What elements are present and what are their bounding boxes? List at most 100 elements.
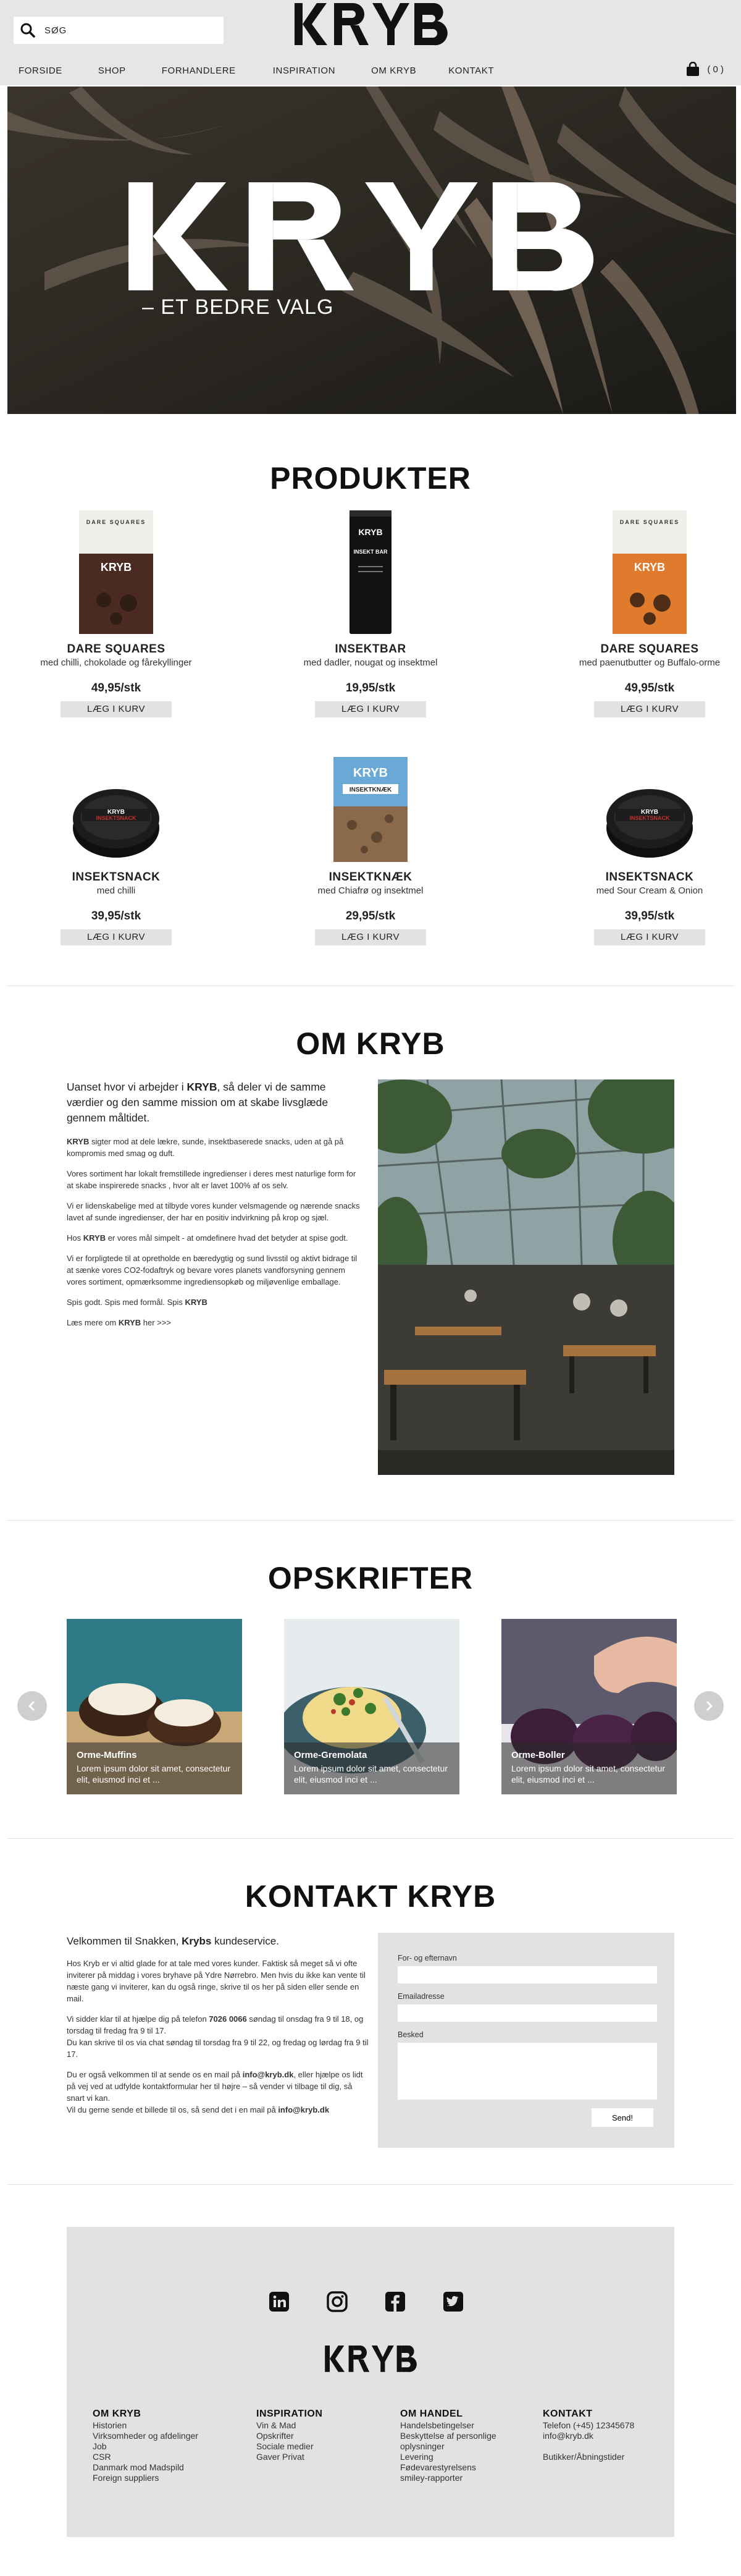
add-to-cart-button[interactable]: LÆG I KURV (315, 701, 426, 717)
search-icon[interactable] (20, 22, 36, 38)
footer-link[interactable]: info@kryb.dk (543, 2431, 634, 2441)
product-image-wrap[interactable]: KRYB INSEKTSNACK (557, 738, 741, 862)
instagram-icon[interactable] (325, 2290, 349, 2313)
product-image: KRYB INSEKTKNÆK (333, 757, 408, 862)
product-image-label: INSEKT BAR (353, 549, 388, 555)
product-name[interactable]: DARE SQUARES (23, 643, 209, 656)
add-to-cart-button[interactable]: LÆG I KURV (594, 701, 705, 717)
product-image-wrap[interactable]: KRYB INSEKTSNACK (23, 738, 209, 862)
footer-link[interactable]: Danmark mod Madspild (93, 2462, 198, 2473)
add-to-cart-button[interactable]: LÆG I KURV (594, 929, 705, 945)
product-card[interactable]: KRYB INSEKTSNACK INSEKTSNACK med Sour Cr… (557, 738, 741, 945)
message-field[interactable] (398, 2043, 657, 2100)
name-field[interactable] (398, 1966, 657, 1983)
product-name[interactable]: DARE SQUARES (557, 643, 741, 656)
footer-link[interactable]: Sociale medier (256, 2441, 322, 2452)
product-image-label: INSEKTSNACK (629, 815, 670, 821)
email-link[interactable]: info@kryb.dk (243, 2070, 294, 2079)
footer-link[interactable]: Beskyttelse af personlige (400, 2431, 496, 2441)
nav-forside[interactable]: FORSIDE (19, 65, 62, 76)
footer-column: OM HANDEL Handelsbetingelser Beskyttelse a… (400, 2409, 496, 2483)
footer-link[interactable]: Handelsbetingelser (400, 2420, 496, 2431)
product-image-wrap[interactable]: KRYB INSEKTKNÆK (278, 738, 463, 862)
name-label: For- og efternavn (398, 1954, 457, 1962)
product-description: med dadler, nougat og insektmel (303, 657, 438, 668)
send-button[interactable]: Send! (592, 2108, 653, 2127)
add-to-cart-button[interactable]: LÆG I KURV (61, 929, 172, 945)
about-lead: Uanset hvor vi arbejder i KRYB, så deler… (67, 1081, 329, 1124)
footer-link[interactable]: Virksomheder og afdelinger (93, 2431, 198, 2441)
footer-link[interactable]: Fødevarestyrelsens (400, 2462, 496, 2473)
social-links (267, 2290, 465, 2313)
twitter-icon[interactable] (442, 2290, 465, 2313)
nav-om-kryb[interactable]: OM KRYB (371, 65, 416, 76)
footer-link[interactable]: smiley-rapporter (400, 2473, 496, 2483)
footer-link[interactable]: Telefon (+45) 12345678 (543, 2420, 634, 2431)
site-footer: OM KRYB Historien Virksomheder og afdeling… (67, 2227, 674, 2537)
contact-form: For- og efternavn Emailadresse Besked Se… (378, 1933, 674, 2148)
product-card[interactable]: KRYB INSEKTKNÆK INSEKTKNÆK med Chiafrø o… (278, 738, 463, 945)
recipe-card[interactable]: Orme-Gremolata Lorem ipsum dolor sit amet… (284, 1619, 459, 1794)
product-card[interactable]: DARE SQUARES KRYB DARE SQUARES med chill… (23, 510, 209, 717)
product-price: 49,95/stk (624, 682, 675, 695)
add-to-cart-button[interactable]: LÆG I KURV (315, 929, 426, 945)
product-name[interactable]: INSEKTBAR (278, 643, 463, 656)
product-price: 49,95/stk (91, 682, 141, 695)
footer-link[interactable]: Opskrifter (256, 2431, 322, 2441)
product-name[interactable]: INSEKTSNACK (557, 871, 741, 884)
product-image-logo: KRYB (358, 527, 382, 537)
product-image-wrap[interactable]: DARE SQUARES KRYB (557, 510, 741, 634)
email-label: Emailadresse (398, 1992, 445, 2001)
product-name[interactable]: INSEKTSNACK (23, 871, 209, 884)
product-card[interactable]: DARE SQUARES KRYB DARE SQUARES med paenu… (557, 510, 741, 717)
products-title: PRODUKTER (270, 461, 471, 496)
search-box[interactable] (14, 17, 224, 44)
email-link[interactable]: info@kryb.dk (278, 2105, 329, 2114)
footer-link[interactable]: Vin & Mad (256, 2420, 322, 2431)
product-image-logo: KRYB (353, 766, 388, 780)
product-price: 19,95/stk (345, 682, 396, 695)
footer-column: KONTAKT Telefon (+45) 12345678 info@kryb.d… (543, 2409, 634, 2462)
product-card[interactable]: KRYB INSEKT BAR INSEKTBAR med dadler, no… (278, 510, 463, 717)
footer-link[interactable]: Butikker/Åbningstider (543, 2452, 634, 2462)
recipe-card[interactable]: Orme-Muffins Lorem ipsum dolor sit amet, … (67, 1619, 242, 1794)
linkedin-icon[interactable] (267, 2290, 291, 2313)
product-image: DARE SQUARES KRYB (79, 510, 153, 634)
add-to-cart-button[interactable]: LÆG I KURV (61, 701, 172, 717)
footer-link[interactable]: CSR (93, 2452, 198, 2462)
about-read-more-link[interactable]: Læs mere om KRYB her >>> (67, 1317, 363, 1328)
product-image-wrap[interactable]: DARE SQUARES KRYB (23, 510, 209, 634)
search-input[interactable] (44, 25, 211, 36)
product-name[interactable]: INSEKTKNÆK (278, 871, 463, 884)
footer-link[interactable]: Historien (93, 2420, 198, 2431)
carousel-next-button[interactable] (694, 1691, 724, 1721)
footer-link[interactable]: Job (93, 2441, 198, 2452)
product-image-wrap[interactable]: KRYB INSEKT BAR (278, 510, 463, 634)
footer-link[interactable]: oplysninger (400, 2441, 496, 2452)
product-card[interactable]: KRYB INSEKTSNACK INSEKTSNACK med chilli … (23, 738, 209, 945)
nav-kontakt[interactable]: KONTAKT (448, 65, 494, 76)
section-divider (7, 2184, 734, 2185)
footer-column-title: INSPIRATION (256, 2409, 323, 2419)
shopping-bag-icon (687, 62, 700, 76)
footer-link[interactable] (543, 2441, 634, 2452)
footer-link[interactable]: Levering (400, 2452, 496, 2462)
footer-link[interactable]: Gaver Privat (256, 2452, 322, 2462)
carousel-prev-button[interactable] (17, 1691, 47, 1721)
footer-link[interactable]: Foreign suppliers (93, 2473, 198, 2483)
recipe-card[interactable]: Orme-Boller Lorem ipsum dolor sit amet, c… (501, 1619, 677, 1794)
facebook-icon[interactable] (383, 2290, 407, 2313)
cart-button[interactable]: ( 0 ) (686, 62, 724, 77)
email-field[interactable] (398, 2004, 657, 2022)
nav-inspiration[interactable]: INSPIRATION (273, 65, 335, 76)
footer-column-title: OM HANDEL (400, 2409, 463, 2419)
nav-shop[interactable]: SHOP (98, 65, 126, 76)
site-header: FORSIDE SHOP FORHANDLERE INSPIRATION OM … (0, 0, 741, 85)
product-price: 39,95/stk (91, 910, 141, 923)
site-logo[interactable] (290, 0, 451, 49)
footer-kryb-logo[interactable] (324, 2346, 417, 2373)
kryb-logo (295, 3, 448, 46)
nav-forhandlere[interactable]: FORHANDLERE (162, 65, 236, 76)
footer-column: INSPIRATION Vin & Mad Opskrifter Sociale me… (256, 2409, 322, 2462)
cart-count: ( 0 ) (707, 64, 724, 75)
